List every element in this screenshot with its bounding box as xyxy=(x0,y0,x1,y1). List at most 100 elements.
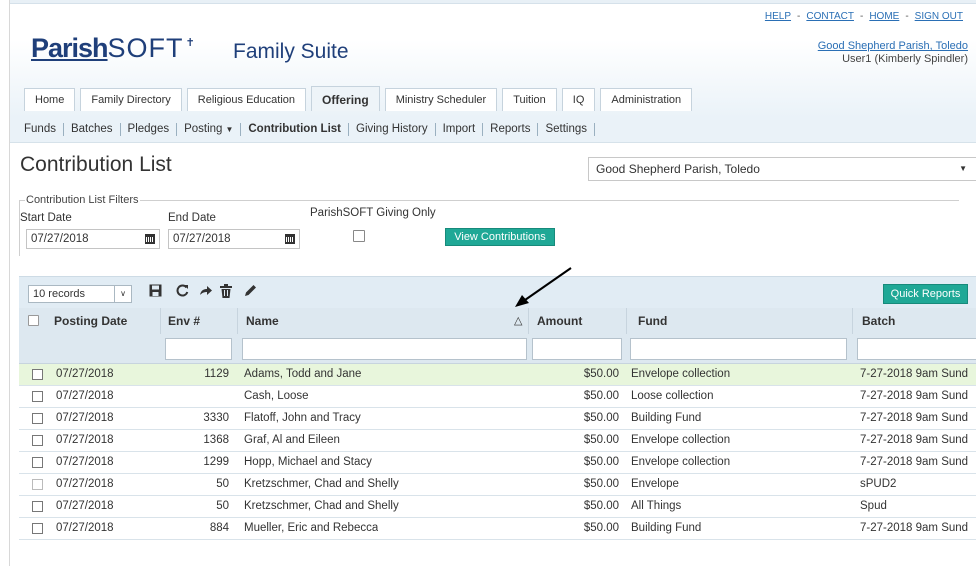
cell-name[interactable]: Flatoff, John and Tracy xyxy=(244,408,361,430)
row-checkbox[interactable] xyxy=(32,523,43,534)
tab-home[interactable]: Home xyxy=(24,88,76,111)
header: Parish SOFT ✝ Family Suite HELP - CONTACT -… xyxy=(10,0,976,118)
cell-fund: All Things xyxy=(631,500,682,512)
batch-filter-input[interactable] xyxy=(857,338,976,360)
tab-family-directory[interactable]: Family Directory xyxy=(80,88,182,111)
table-row[interactable]: 07/27/2018 3330 Flatoff, John and Tracy … xyxy=(19,408,976,430)
cell-amount: $50.00 xyxy=(583,412,619,424)
cell-amount: $50.00 xyxy=(583,456,619,468)
row-checkbox[interactable] xyxy=(32,369,43,380)
end-date-input[interactable]: 07/27/2018 xyxy=(168,229,300,249)
records-per-page-select[interactable]: 10 records ∨ xyxy=(28,285,132,303)
subnav-import[interactable]: Import xyxy=(436,123,483,135)
subnav-posting[interactable]: Posting ▼ xyxy=(177,123,240,135)
user-box: Good Shepherd Parish, Toledo User1 (Kimb… xyxy=(818,40,968,66)
start-date-value: 07/27/2018 xyxy=(31,233,89,245)
cell-fund: Envelope collection xyxy=(631,434,731,446)
save-icon[interactable] xyxy=(149,284,162,301)
cell-name[interactable]: Cash, Loose xyxy=(244,386,309,408)
subnav-reports[interactable]: Reports xyxy=(483,123,537,135)
chevron-down-icon: ∨ xyxy=(114,286,131,302)
table-row[interactable]: 07/27/2018 Cash, Loose $50.00 Loose coll… xyxy=(19,386,976,408)
env-filter-input[interactable] xyxy=(165,338,232,360)
row-checkbox[interactable] xyxy=(32,391,43,402)
cell-date: 07/27/2018 xyxy=(56,500,114,512)
name-filter-input[interactable] xyxy=(242,338,527,360)
subnav-contribution-list[interactable]: Contribution List xyxy=(241,123,348,135)
row-checkbox[interactable] xyxy=(32,413,43,424)
giving-only-checkbox[interactable] xyxy=(353,230,365,242)
cell-name[interactable]: Adams, Todd and Jane xyxy=(244,364,361,386)
col-posting-date[interactable]: Posting Date xyxy=(54,308,127,334)
subnav-giving-history[interactable]: Giving History xyxy=(349,123,435,135)
start-date-input[interactable]: 07/27/2018 xyxy=(26,229,160,249)
table-row[interactable]: 07/27/2018 1299 Hopp, Michael and Stacy … xyxy=(19,452,976,474)
delete-icon[interactable] xyxy=(220,284,232,302)
fund-filter-input[interactable] xyxy=(630,338,847,360)
col-env[interactable]: Env # xyxy=(168,308,200,334)
cell-amount: $50.00 xyxy=(583,522,619,534)
table-row[interactable]: 07/27/2018 1368 Graf, Al and Eileen $50.… xyxy=(19,430,976,452)
cell-batch: sPUD2 xyxy=(860,478,897,490)
subnav-batches[interactable]: Batches xyxy=(64,123,120,135)
amount-filter-input[interactable] xyxy=(532,338,622,360)
cell-fund: Building Fund xyxy=(631,522,702,534)
row-checkbox[interactable] xyxy=(32,435,43,446)
table-row[interactable]: 07/27/2018 50 Kretzschmer, Chad and Shel… xyxy=(19,496,976,518)
tab-administration[interactable]: Administration xyxy=(600,88,693,111)
col-batch[interactable]: Batch xyxy=(862,308,895,334)
tab-offering[interactable]: Offering xyxy=(311,86,380,111)
tab-iq[interactable]: IQ xyxy=(561,88,596,111)
cell-batch: 7-27-2018 9am Sund xyxy=(860,456,969,468)
row-checkbox[interactable] xyxy=(32,457,43,468)
help-link[interactable]: HELP xyxy=(765,11,791,22)
calendar-icon[interactable] xyxy=(145,234,155,244)
subnav-settings[interactable]: Settings xyxy=(538,123,594,135)
sort-ascending-icon[interactable]: △ xyxy=(514,308,522,334)
col-amount[interactable]: Amount xyxy=(537,308,582,334)
row-checkbox[interactable] xyxy=(32,501,43,512)
cell-env: 1129 xyxy=(204,368,229,380)
cell-fund: Envelope collection xyxy=(631,368,731,380)
cell-amount: $50.00 xyxy=(583,368,619,380)
subnav-pledges[interactable]: Pledges xyxy=(121,123,177,135)
cell-env xyxy=(169,386,229,408)
parishsoft-logo[interactable]: Parish SOFT ✝ xyxy=(31,33,195,63)
refresh-icon[interactable] xyxy=(176,284,189,301)
cell-name[interactable]: Hopp, Michael and Stacy xyxy=(244,452,372,474)
caret-down-icon: ▼ xyxy=(225,125,234,134)
sign-out-link[interactable]: SIGN OUT xyxy=(915,11,963,22)
cell-env: 3330 xyxy=(203,412,229,424)
edit-pencil-icon[interactable] xyxy=(244,284,257,301)
cell-date: 07/27/2018 xyxy=(56,478,114,490)
subnav-funds[interactable]: Funds xyxy=(17,123,63,135)
cell-name[interactable]: Graf, Al and Eileen xyxy=(244,430,340,452)
calendar-icon[interactable] xyxy=(285,234,295,244)
cell-name[interactable]: Mueller, Eric and Rebecca xyxy=(244,518,378,540)
cell-batch: Spud xyxy=(860,500,887,512)
end-date-value: 07/27/2018 xyxy=(173,233,231,245)
separator: - xyxy=(859,11,864,22)
table-row[interactable]: 07/27/2018 884 Mueller, Eric and Rebecca… xyxy=(19,518,976,540)
contact-link[interactable]: CONTACT xyxy=(806,11,854,22)
select-all-checkbox[interactable] xyxy=(28,315,39,326)
tab-religious-education[interactable]: Religious Education xyxy=(186,88,307,111)
separator: - xyxy=(905,11,909,22)
grid-header: Posting Date Env # Name △ Amount Fund Ba… xyxy=(19,308,976,334)
export-icon[interactable] xyxy=(199,284,213,301)
parish-link[interactable]: Good Shepherd Parish, Toledo xyxy=(818,40,968,53)
cell-name[interactable]: Kretzschmer, Chad and Shelly xyxy=(244,474,399,496)
home-link[interactable]: HOME xyxy=(869,11,899,22)
view-contributions-button[interactable]: View Contributions xyxy=(445,228,555,246)
quick-reports-button[interactable]: Quick Reports ▼ xyxy=(883,284,968,318)
table-row[interactable]: 07/27/2018 1129 Adams, Todd and Jane $50… xyxy=(19,364,976,386)
parish-select[interactable]: Good Shepherd Parish, Toledo ▼ xyxy=(588,157,976,181)
row-checkbox[interactable] xyxy=(32,479,43,490)
cell-name[interactable]: Kretzschmer, Chad and Shelly xyxy=(244,496,399,518)
table-row[interactable]: 07/27/2018 50 Kretzschmer, Chad and Shel… xyxy=(19,474,976,496)
tab-tuition[interactable]: Tuition xyxy=(502,88,557,111)
cell-batch: 7-27-2018 9am Sund xyxy=(860,434,969,446)
col-fund[interactable]: Fund xyxy=(638,308,667,334)
col-name[interactable]: Name xyxy=(246,308,279,334)
tab-ministry-scheduler[interactable]: Ministry Scheduler xyxy=(384,88,498,111)
